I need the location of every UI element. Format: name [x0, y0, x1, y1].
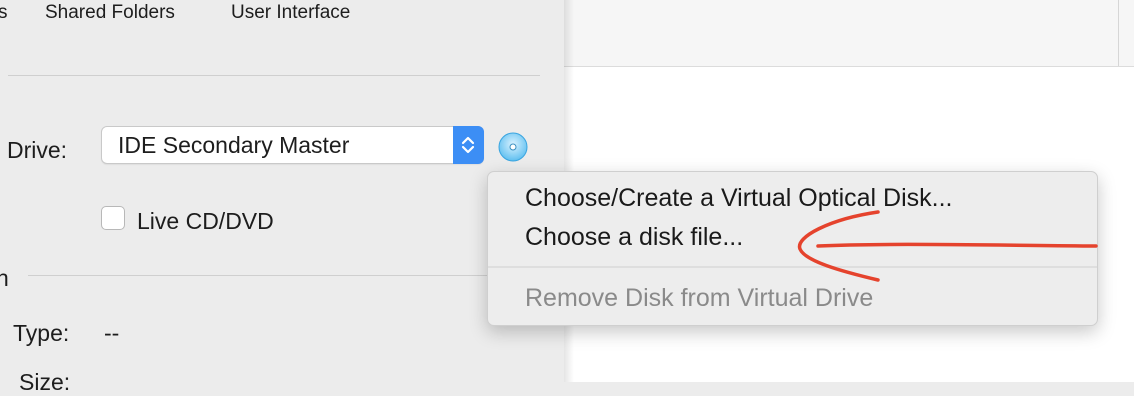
tabs-separator: [8, 75, 540, 76]
drive-label: Drive:: [7, 137, 68, 163]
background-window-toolbar: [564, 0, 1134, 67]
section-title-partial: n: [0, 265, 9, 291]
type-label: Type:: [13, 320, 70, 346]
live-cd-label: Live CD/DVD: [137, 208, 274, 234]
tab-shared-folders[interactable]: Shared Folders: [45, 2, 175, 24]
type-value: --: [104, 320, 120, 346]
optical-disk-icon[interactable]: [498, 132, 528, 162]
settings-panel: [0, 0, 564, 382]
section-separator: [28, 275, 540, 276]
background-window-divider: [1118, 0, 1119, 66]
live-cd-checkbox[interactable]: [101, 206, 125, 230]
drive-select-value: IDE Secondary Master: [118, 132, 350, 158]
size-label: Size:: [19, 369, 71, 395]
tab-partial[interactable]: s: [0, 2, 8, 24]
menu-item-remove-disk: Remove Disk from Virtual Drive: [525, 284, 874, 312]
drive-select[interactable]: IDE Secondary Master: [101, 126, 484, 164]
chevron-up-down-icon[interactable]: [453, 126, 484, 164]
annotation-arrow: [797, 210, 1098, 282]
menu-item-choose-disk-file[interactable]: Choose a disk file...: [525, 223, 743, 252]
tab-user-interface[interactable]: User Interface: [231, 2, 350, 24]
